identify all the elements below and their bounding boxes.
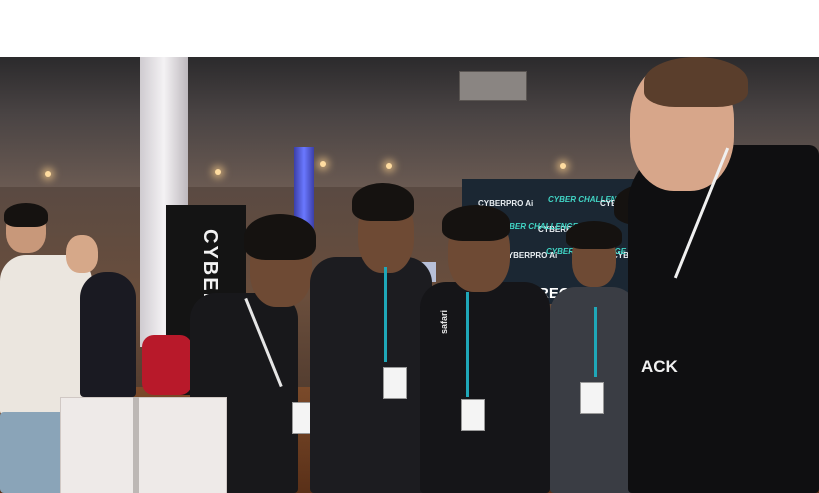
name-badge (461, 399, 485, 431)
whiteboard (60, 397, 227, 493)
event-photo: CYBER CYBERPRO Ai CYBER CHALLENGE 2024 C… (0, 57, 819, 493)
whiteboard-stand (133, 397, 139, 493)
badge-brand: safari (439, 309, 450, 335)
ceiling-light (386, 163, 392, 169)
backdrop-logo: CYBER CHALLENGE (498, 222, 579, 231)
ceiling-light (320, 161, 326, 167)
ceiling-light (215, 169, 221, 175)
name-badge (383, 367, 407, 399)
ceiling-light (45, 171, 51, 177)
ceiling-light (560, 163, 566, 169)
red-backpack (142, 335, 192, 395)
air-vent (459, 71, 527, 101)
name-badge (580, 382, 604, 414)
shirt-print: ACK (641, 357, 678, 376)
